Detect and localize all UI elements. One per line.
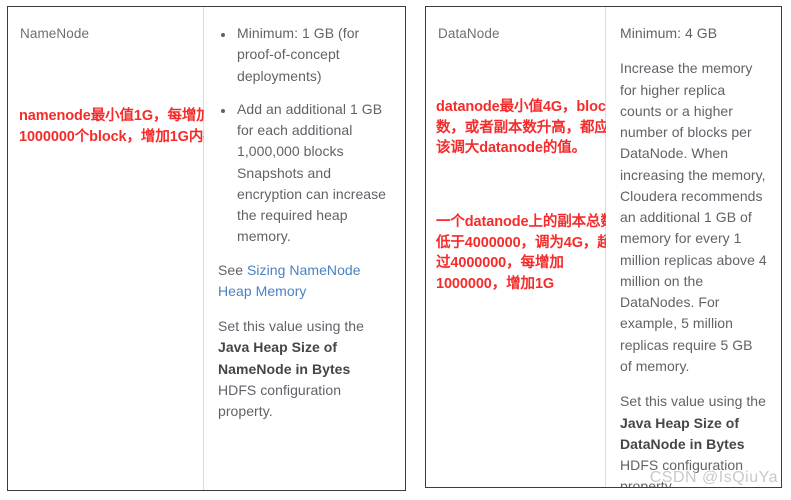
datanode-label-column: DataNode datanode最小值4G，block数，或者副本数升高，都应…	[426, 7, 615, 487]
namenode-description-column: Minimum: 1 GB (for proof-of-concept depl…	[204, 7, 405, 490]
set-value-prefix-text: Set this value using the	[218, 318, 364, 335]
datanode-red-annotation-one: datanode最小值4G，block数，或者副本数升高，都应该调大datano…	[436, 99, 614, 157]
namenode-set-value-paragraph: Set this value using the Java Heap Size …	[218, 316, 391, 422]
set-value-prefix-text: Set this value using the	[620, 393, 766, 410]
namenode-bullet-list: Minimum: 1 GB (for proof-of-concept depl…	[218, 23, 391, 248]
namenode-role-label: NameNode	[20, 26, 90, 41]
namenode-see-link-paragraph: See Sizing NameNode Heap Memory	[218, 260, 391, 303]
datanode-table-panel: DataNode datanode最小值4G，block数，或者副本数升高，都应…	[425, 6, 782, 488]
datanode-red-annotation-two: 一个datanode上的副本总数低于4000000，调为4G，超过4000000…	[436, 214, 615, 292]
list-item: Minimum: 1 GB (for proof-of-concept depl…	[235, 23, 391, 87]
list-item: Add an additional 1 GB for each addition…	[235, 99, 391, 248]
set-value-suffix-text: HDFS configuration property.	[218, 381, 342, 420]
csdn-watermark: CSDN @IsQiuYa	[649, 469, 778, 486]
namenode-red-annotation: namenode最小值1G，每增加1000000个block，增加1G内存	[19, 108, 218, 145]
datanode-memory-paragraph: Increase the memory for higher replica c…	[620, 60, 767, 374]
java-heap-size-namenode-property: Java Heap Size of NameNode in Bytes	[218, 339, 351, 377]
datanode-description-column: Minimum: 4 GB Increase the memory for hi…	[606, 7, 781, 487]
namenode-table-panel: NameNode namenode最小值1G，每增加1000000个block，…	[7, 6, 406, 491]
namenode-label-column: NameNode namenode最小值1G，每增加1000000个block，…	[8, 7, 218, 490]
java-heap-size-datanode-property: Java Heap Size of DataNode in Bytes	[620, 414, 745, 452]
datanode-role-label: DataNode	[438, 26, 500, 41]
datanode-minimum-text: Minimum: 4 GB	[620, 25, 718, 41]
see-prefix-text: See	[218, 261, 247, 278]
